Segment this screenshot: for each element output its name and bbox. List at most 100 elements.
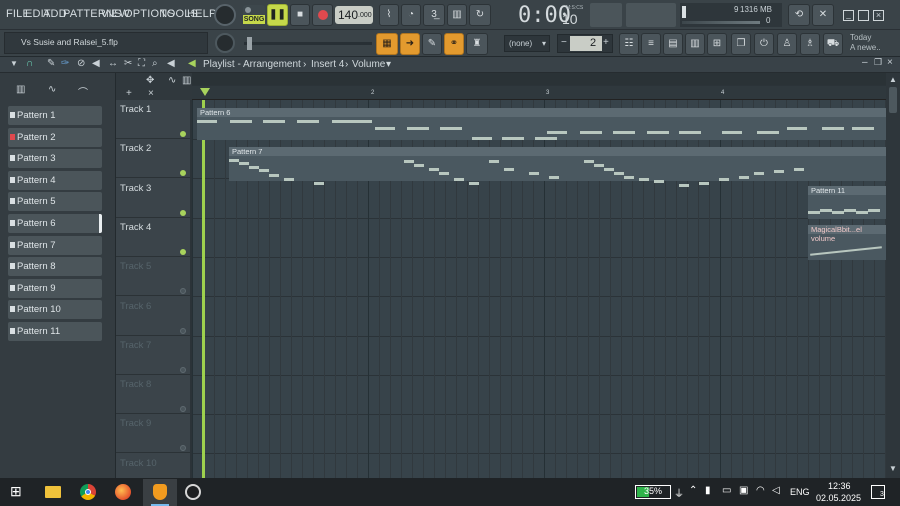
brush-button[interactable]: ✎: [422, 33, 442, 55]
track-header[interactable]: Track 3: [116, 179, 190, 218]
master-volume-slider[interactable]: [244, 37, 372, 50]
help-button[interactable]: ♗: [800, 33, 820, 55]
record-button[interactable]: [312, 4, 333, 26]
pattern-item[interactable]: Pattern 6: [8, 214, 102, 233]
clip-pattern-11[interactable]: Pattern 11: [808, 186, 886, 219]
pattern-item[interactable]: Pattern 2: [8, 127, 102, 147]
play-icon[interactable]: ◀: [167, 58, 175, 69]
pattern-item[interactable]: Pattern 10: [8, 300, 102, 320]
chevron-down-icon[interactable]: ▾: [386, 59, 391, 70]
scroll-up-icon[interactable]: ▲: [889, 75, 897, 84]
close-icon[interactable]: ×: [148, 88, 154, 99]
master-pitch-knob[interactable]: [215, 33, 235, 53]
undo-history-button[interactable]: ⟲: [788, 4, 810, 26]
countdown-button[interactable]: 3̲: [423, 4, 445, 26]
obs-icon[interactable]: [185, 484, 201, 500]
arrow-button[interactable]: ➜: [400, 33, 420, 55]
clock-time[interactable]: 12:36: [828, 481, 851, 491]
paint-icon[interactable]: ✑: [61, 58, 69, 69]
piano-icon[interactable]: ▥: [16, 84, 25, 95]
clip-pattern-6[interactable]: Pattern 6: [197, 108, 886, 140]
channel-rack-button[interactable]: ≡: [641, 33, 661, 55]
tutorial-button[interactable]: ♙: [777, 33, 797, 55]
track-mute-led[interactable]: [180, 406, 186, 413]
minus-icon[interactable]: −: [561, 37, 567, 48]
plugin-db-button[interactable]: ⏻: [754, 33, 774, 55]
track-header[interactable]: Track 5: [116, 257, 190, 297]
volume-icon[interactable]: ◁: [772, 485, 780, 496]
magnet-button[interactable]: ⚭: [444, 33, 464, 55]
step-stepper[interactable]: − 2 +: [557, 34, 613, 53]
pencil-icon[interactable]: ✎: [47, 58, 55, 69]
playlist-grid[interactable]: Pattern 6 Pattern 7 Pattern 11 MagicalBb…: [192, 100, 886, 478]
pattern-item[interactable]: Pattern 7: [8, 235, 102, 255]
windows-start-icon[interactable]: ⊞: [10, 483, 22, 500]
minimize-icon[interactable]: _: [843, 10, 854, 21]
master-volume-knob[interactable]: [214, 4, 236, 26]
minimize-icon[interactable]: –: [862, 57, 868, 68]
song-position[interactable]: 0:00 M:S:CS 10: [516, 2, 586, 28]
track-mute-led[interactable]: [180, 288, 186, 295]
pause-button[interactable]: ❚❚: [267, 4, 288, 26]
wifi-icon[interactable]: ◠: [756, 485, 765, 496]
piano-roll-button[interactable]: ▤: [663, 33, 683, 55]
track-mute-led[interactable]: [180, 327, 186, 334]
track-mute-led[interactable]: [180, 445, 186, 452]
pattern-item[interactable]: Pattern 11: [8, 322, 102, 341]
song-mode-toggle[interactable]: SONG: [243, 5, 265, 25]
automation-icon[interactable]: ⌒: [78, 84, 88, 99]
metronome-button[interactable]: ⌇: [379, 4, 399, 26]
overview-strip[interactable]: [192, 73, 886, 85]
breadcrumb-insert[interactable]: Insert 4: [311, 59, 344, 70]
track-header[interactable]: Track 9: [116, 414, 190, 454]
mute-icon[interactable]: ◀: [92, 58, 100, 69]
scroll-down-icon[interactable]: ▼: [889, 464, 897, 473]
track-mute-led[interactable]: [180, 366, 186, 373]
news-date[interactable]: Today: [850, 33, 871, 42]
shop-button[interactable]: ⛟: [823, 33, 843, 55]
track-header[interactable]: Track 4: [116, 218, 190, 257]
close-icon[interactable]: ×: [873, 10, 884, 21]
dropdown-arrow-icon[interactable]: ▼: [10, 59, 18, 68]
close-icon[interactable]: ×: [887, 57, 893, 68]
track-header[interactable]: Track 7: [116, 336, 190, 375]
tempo-display[interactable]: 140 .000: [335, 6, 373, 24]
playhead-marker[interactable]: [200, 88, 210, 96]
blend-notes-button[interactable]: ▥: [447, 4, 467, 26]
clip-automation-volume[interactable]: MagicalBbit...el volume: [808, 225, 886, 260]
delete-icon[interactable]: ⊘: [77, 58, 85, 69]
firefox-icon[interactable]: [115, 484, 131, 500]
track-header[interactable]: Track 2: [116, 139, 190, 179]
loop-record-button[interactable]: ↻: [469, 4, 491, 26]
track-mute-led[interactable]: [180, 131, 186, 137]
menu-help[interactable]: HELP: [187, 8, 217, 20]
stop-button[interactable]: ■: [290, 4, 310, 26]
cpu-panic-button[interactable]: ✕: [812, 4, 834, 26]
battery-indicator[interactable]: 35%: [635, 485, 671, 499]
pattern-item[interactable]: Pattern 8: [8, 257, 102, 277]
slice-icon[interactable]: ✂: [124, 58, 132, 69]
pattern-item[interactable]: Pattern 4: [8, 170, 102, 190]
playlist-button[interactable]: ▦: [376, 33, 398, 55]
fl-studio-taskbar-icon[interactable]: [143, 479, 177, 506]
restore-icon[interactable]: ❐: [874, 57, 882, 68]
news-text[interactable]: A newe..: [850, 43, 881, 52]
move-icon[interactable]: ✥: [146, 75, 154, 86]
track-mute-led[interactable]: [180, 209, 186, 216]
explorer-icon[interactable]: [45, 486, 61, 498]
stamp-button[interactable]: ♜: [466, 33, 488, 55]
snap-dropdown[interactable]: (none) ▾: [504, 35, 550, 52]
piano-icon[interactable]: ▥: [182, 75, 191, 86]
select-icon[interactable]: ⛶: [138, 58, 145, 69]
slip-icon[interactable]: ↔: [108, 58, 118, 69]
track-mute-led[interactable]: [180, 170, 186, 177]
timeline-ruler[interactable]: 2 3 4: [192, 73, 886, 100]
magnet-icon[interactable]: ∩: [26, 58, 33, 69]
clip-pattern-7[interactable]: Pattern 7: [229, 147, 886, 187]
plus-icon[interactable]: +: [603, 37, 609, 48]
pattern-item[interactable]: Pattern 1: [8, 106, 102, 125]
chrome-icon[interactable]: [80, 484, 96, 500]
audio-icon[interactable]: ∿: [48, 84, 56, 95]
language-indicator[interactable]: ENG: [790, 487, 810, 497]
zoom-icon[interactable]: ⌕: [152, 58, 158, 69]
